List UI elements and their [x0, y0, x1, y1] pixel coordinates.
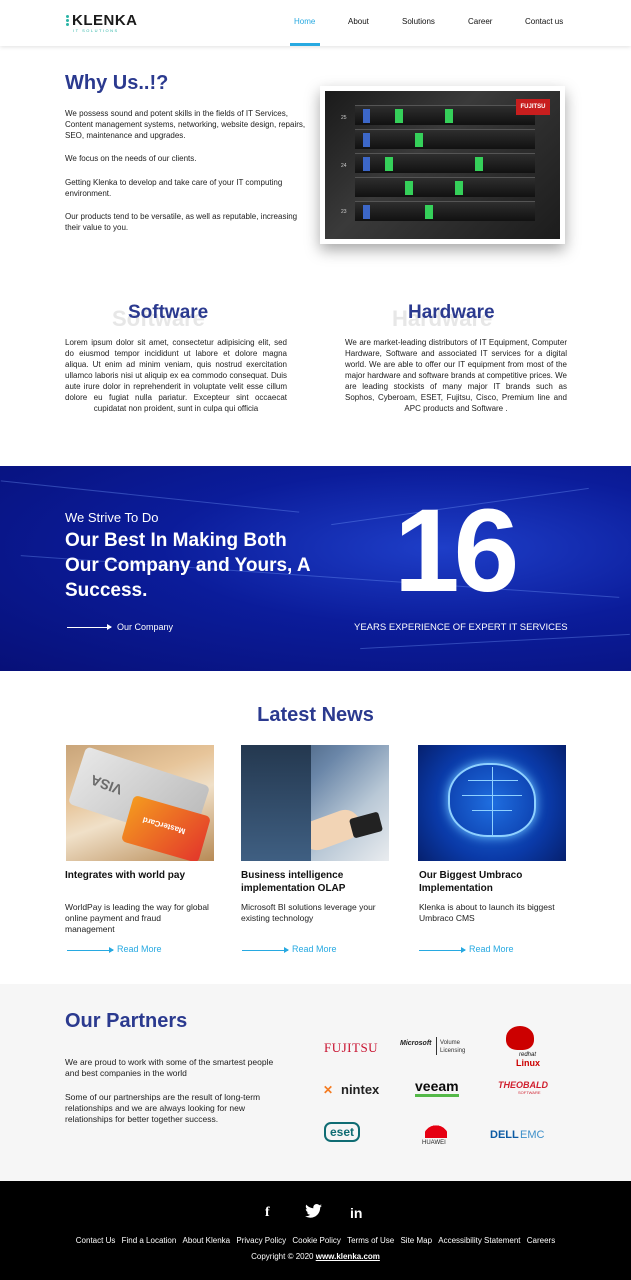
theobald-logo: THEOBALD — [498, 1080, 548, 1090]
footer-link[interactable]: Contact Us — [76, 1236, 116, 1245]
software-title: Software — [128, 302, 209, 323]
footer-link[interactable]: About Klenka — [183, 1236, 231, 1245]
news-image-business[interactable] — [241, 745, 389, 861]
footer — [0, 1181, 631, 1280]
klenka-logo[interactable]: KLENKA IT SOLUTIONS — [66, 12, 146, 34]
news-excerpt: WorldPay is leading the way for global o… — [65, 902, 209, 934]
nav-home[interactable]: Home — [294, 17, 315, 26]
footer-link[interactable]: Careers — [527, 1236, 555, 1245]
banner-heading: Our Best In Making Both Our Company and … — [65, 530, 310, 601]
arrow-right-icon — [67, 947, 114, 953]
dell-logo: DELL — [490, 1129, 519, 1141]
read-more-link[interactable]: Read More — [469, 944, 514, 954]
linkedin-icon[interactable]: in — [350, 1205, 362, 1221]
microsoft-logo: Microsoft — [400, 1040, 432, 1047]
why-us-title: Why Us..!? — [65, 72, 169, 94]
footer-links: Contact Us Find a Location About Klenka … — [0, 1236, 631, 1245]
hardware-title: Hardware — [408, 302, 495, 323]
news-heading[interactable]: Our Biggest Umbraco Implementation — [419, 869, 559, 895]
facebook-icon[interactable]: f — [265, 1205, 270, 1221]
footer-link[interactable]: Terms of Use — [347, 1236, 394, 1245]
redhat-icon — [506, 1026, 534, 1050]
rack-number: 23 — [341, 209, 347, 215]
fujitsu-badge: FUJITSU — [516, 99, 550, 115]
linux-logo-text: Linux — [516, 1058, 540, 1068]
why-us-paragraph: We focus on the needs of our clients. — [65, 154, 197, 163]
logo-text: KLENKA — [72, 12, 138, 29]
software-text: Lorem ipsum dolor sit amet, consectetur … — [65, 338, 287, 413]
theobald-software-text: SOFTWARE — [518, 1090, 541, 1095]
news-excerpt: Microsoft BI solutions leverage your exi… — [241, 902, 376, 923]
years-number: 16 — [394, 485, 519, 617]
huawei-icon — [425, 1118, 447, 1138]
news-image-circuit-brain[interactable] — [418, 745, 566, 861]
domain-link[interactable]: www.klenka.com — [316, 1252, 380, 1261]
nav-about[interactable]: About — [348, 17, 369, 26]
nav-solutions[interactable]: Solutions — [402, 17, 435, 26]
footer-link[interactable]: Accessibility Statement — [438, 1236, 520, 1245]
logo-tagline: IT SOLUTIONS — [73, 28, 119, 33]
partners-paragraph: Some of our partnerships are the result … — [65, 1092, 261, 1124]
nav-contact-us[interactable]: Contact us — [525, 17, 563, 26]
copyright-text: Copyright © 2020 — [251, 1252, 314, 1261]
arrow-right-icon — [242, 947, 289, 953]
logo-dots-icon — [66, 15, 71, 28]
why-us-paragraph: Getting Klenka to develop and take care … — [65, 178, 283, 198]
years-caption: YEARS EXPERIENCE OF EXPERT IT SERVICES — [354, 622, 568, 633]
footer-link[interactable]: Find a Location — [122, 1236, 177, 1245]
news-heading[interactable]: Business intelligence implementation OLA… — [241, 869, 391, 895]
eset-logo: eset — [324, 1122, 361, 1142]
copyright: Copyright © 2020 www.klenka.com — [0, 1252, 631, 1261]
server-rack-image: 25 24 23 FUJITSU — [325, 91, 560, 239]
nav-career[interactable]: Career — [468, 17, 492, 26]
read-more-link[interactable]: Read More — [117, 944, 162, 954]
why-us-paragraph: We possess sound and potent skills in th… — [65, 109, 306, 140]
twitter-icon[interactable] — [305, 1204, 322, 1221]
arrow-right-icon — [67, 624, 112, 630]
experience-banner: We Strive To Do Our Best In Making Both … — [0, 466, 631, 671]
nintex-logo: nintex — [341, 1082, 380, 1097]
arrow-right-icon — [419, 947, 466, 953]
latest-news-title: Latest News — [257, 704, 374, 726]
emc-logo: EMC — [520, 1129, 545, 1141]
banner-subtitle: We Strive To Do — [65, 510, 159, 525]
news-heading[interactable]: Integrates with world pay — [65, 869, 225, 882]
rack-number: 25 — [341, 115, 347, 121]
why-us-paragraph: Our products tend to be versatile, as we… — [65, 212, 298, 232]
server-rack-image-frame: 25 24 23 FUJITSU — [320, 86, 565, 244]
partners-paragraph: We are proud to work with some of the sm… — [65, 1057, 274, 1078]
news-image-cards[interactable]: VISA MasterCard — [66, 745, 214, 861]
partners-title: Our Partners — [65, 1010, 188, 1032]
hardware-text: We are market-leading distributors of IT… — [345, 338, 567, 413]
nav-active-indicator — [290, 43, 320, 46]
fujitsu-logo: FUJITSU — [324, 1040, 379, 1055]
rack-number: 24 — [341, 163, 347, 169]
veeam-logo: veeam — [415, 1078, 459, 1097]
footer-link[interactable]: Privacy Policy — [236, 1236, 286, 1245]
volume-licensing-logo: Volume Licensing — [440, 1040, 466, 1054]
footer-link[interactable]: Site Map — [400, 1236, 432, 1245]
nintex-x-icon: ✕ — [323, 1083, 334, 1097]
footer-link[interactable]: Cookie Policy — [292, 1236, 340, 1245]
read-more-link[interactable]: Read More — [292, 944, 337, 954]
our-company-link[interactable]: Our Company — [117, 622, 173, 632]
huawei-logo-text: HUAWEI — [422, 1140, 446, 1146]
news-excerpt: Klenka is about to launch its biggest Um… — [419, 902, 555, 923]
top-navbar: KLENKA IT SOLUTIONS Home About Solutions… — [0, 0, 631, 46]
